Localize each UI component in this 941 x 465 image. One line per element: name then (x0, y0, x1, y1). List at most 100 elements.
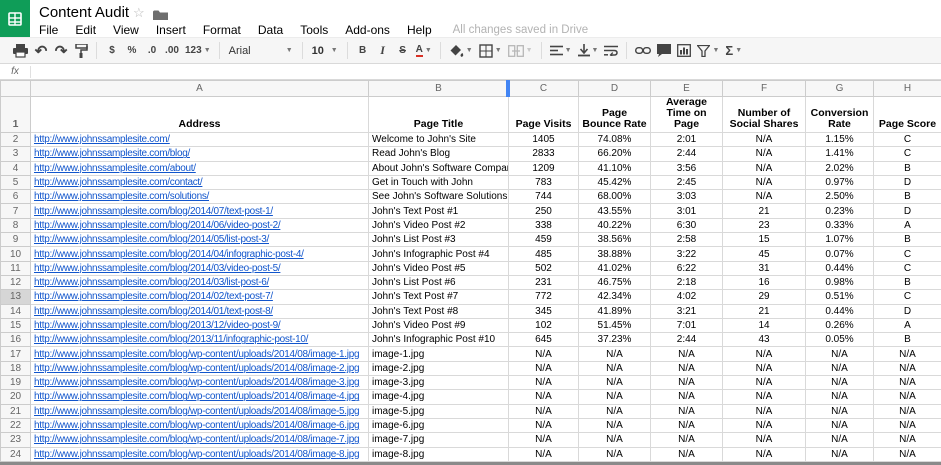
cell[interactable]: N/A (723, 190, 806, 204)
strikethrough-button[interactable]: S (393, 41, 413, 61)
cell[interactable]: http://www.johnssamplesite.com/blog/wp-c… (31, 347, 369, 361)
cell[interactable]: B (874, 275, 941, 289)
cell[interactable]: N/A (651, 361, 723, 375)
sheets-logo-icon[interactable] (0, 0, 30, 37)
cell[interactable]: http://www.johnssamplesite.com/blog/wp-c… (31, 376, 369, 390)
cell[interactable]: N/A (806, 376, 874, 390)
cell[interactable]: N/A (723, 433, 806, 447)
cell[interactable]: D (874, 175, 941, 189)
cell[interactable]: 46.75% (579, 275, 651, 289)
cell[interactable]: N/A (723, 447, 806, 461)
cell[interactable]: N/A (806, 347, 874, 361)
cell[interactable]: 0.98% (806, 275, 874, 289)
format-percent-button[interactable]: % (122, 41, 142, 61)
cell[interactable]: 338 (509, 218, 579, 232)
cell[interactable]: 0.33% (806, 218, 874, 232)
select-all-corner[interactable] (1, 81, 31, 97)
cell[interactable]: N/A (651, 390, 723, 404)
cell[interactable]: N/A (579, 361, 651, 375)
cell[interactable]: N/A (579, 418, 651, 432)
cell[interactable]: John's Infographic Post #10 (369, 333, 509, 347)
cell[interactable]: 43 (723, 333, 806, 347)
cell[interactable]: John's Text Post #8 (369, 304, 509, 318)
cell[interactable]: http://www.johnssamplesite.com/blog/2014… (31, 304, 369, 318)
cell[interactable]: John's Text Post #7 (369, 290, 509, 304)
cell[interactable]: http://www.johnssamplesite.com/blog/2014… (31, 247, 369, 261)
row-header-11[interactable]: 11 (1, 261, 31, 275)
row-header-24[interactable]: 24 (1, 447, 31, 461)
cell[interactable]: 0.23% (806, 204, 874, 218)
cell[interactable]: image-3.jpg (369, 376, 509, 390)
cell[interactable]: N/A (723, 161, 806, 175)
menu-file[interactable]: File (39, 23, 58, 37)
insert-link-button[interactable] (632, 41, 654, 61)
cell[interactable]: N/A (723, 418, 806, 432)
decrease-decimal-button[interactable]: .0 (142, 41, 162, 61)
text-color-button[interactable]: A ▼ (413, 41, 435, 61)
cell[interactable]: C (874, 147, 941, 161)
column-header-D[interactable]: D (579, 81, 651, 97)
cell[interactable]: 0.05% (806, 333, 874, 347)
cell[interactable]: http://www.johnssamplesite.com/blog/2014… (31, 275, 369, 289)
menu-format[interactable]: Format (203, 23, 241, 37)
cell[interactable]: http://www.johnssamplesite.com/blog/2014… (31, 218, 369, 232)
cell[interactable]: http://www.johnssamplesite.com/blog/wp-c… (31, 361, 369, 375)
cell[interactable]: 16 (723, 275, 806, 289)
cell[interactable]: 0.44% (806, 261, 874, 275)
cell[interactable]: N/A (509, 418, 579, 432)
cell[interactable]: 0.26% (806, 318, 874, 332)
cell[interactable]: C (874, 247, 941, 261)
cell[interactable]: http://www.johnssamplesite.com/blog/2014… (31, 233, 369, 247)
cell[interactable]: N/A (874, 433, 941, 447)
print-button[interactable] (10, 41, 31, 61)
menu-help[interactable]: Help (407, 23, 432, 37)
cell[interactable]: N/A (651, 404, 723, 418)
cell[interactable]: N/A (651, 447, 723, 461)
cell[interactable]: 21 (723, 304, 806, 318)
cell[interactable]: 0.51% (806, 290, 874, 304)
cell[interactable]: N/A (874, 404, 941, 418)
row-header-9[interactable]: 9 (1, 233, 31, 247)
cell[interactable]: image-2.jpg (369, 361, 509, 375)
format-currency-button[interactable]: $ (102, 41, 122, 61)
cell[interactable]: 485 (509, 247, 579, 261)
cell[interactable]: N/A (723, 175, 806, 189)
font-size-select[interactable]: 10 ▼ (308, 42, 342, 60)
cell[interactable]: http://www.johnssamplesite.com/blog/wp-c… (31, 418, 369, 432)
insert-chart-button[interactable] (674, 41, 694, 61)
row-header-4[interactable]: 4 (1, 161, 31, 175)
document-title[interactable]: Content Audit (39, 4, 129, 21)
cell[interactable]: N/A (579, 404, 651, 418)
row-header-13[interactable]: 13 (1, 290, 31, 304)
cell[interactable]: About John's Software Company (369, 161, 509, 175)
cell[interactable]: 3:56 (651, 161, 723, 175)
cell[interactable]: N/A (723, 376, 806, 390)
borders-button[interactable]: ▼ (476, 41, 505, 61)
cell[interactable]: See John's Software Solutions (369, 190, 509, 204)
cell[interactable]: 68.00% (579, 190, 651, 204)
cell[interactable]: Number of Social Shares (723, 97, 806, 133)
cell[interactable]: N/A (723, 404, 806, 418)
cell[interactable]: N/A (651, 433, 723, 447)
cell[interactable]: 74.08% (579, 133, 651, 147)
insert-comment-button[interactable] (654, 41, 674, 61)
row-header-8[interactable]: 8 (1, 218, 31, 232)
cell[interactable]: N/A (806, 433, 874, 447)
cell[interactable]: N/A (509, 347, 579, 361)
font-family-select[interactable]: Arial ▼ (225, 42, 297, 60)
cell[interactable]: 3:22 (651, 247, 723, 261)
row-header-21[interactable]: 21 (1, 404, 31, 418)
cell[interactable]: N/A (509, 404, 579, 418)
row-header-6[interactable]: 6 (1, 190, 31, 204)
cell[interactable]: 1.41% (806, 147, 874, 161)
cell[interactable]: http://www.johnssamplesite.com/blog/wp-c… (31, 390, 369, 404)
cell[interactable]: N/A (806, 390, 874, 404)
cell[interactable]: 41.02% (579, 261, 651, 275)
cell[interactable]: N/A (874, 361, 941, 375)
cell[interactable]: N/A (509, 361, 579, 375)
bold-button[interactable]: B (353, 41, 373, 61)
cell[interactable]: http://www.johnssamplesite.com/blog/2014… (31, 204, 369, 218)
row-header-7[interactable]: 7 (1, 204, 31, 218)
row-header-10[interactable]: 10 (1, 247, 31, 261)
cell[interactable]: D (874, 304, 941, 318)
